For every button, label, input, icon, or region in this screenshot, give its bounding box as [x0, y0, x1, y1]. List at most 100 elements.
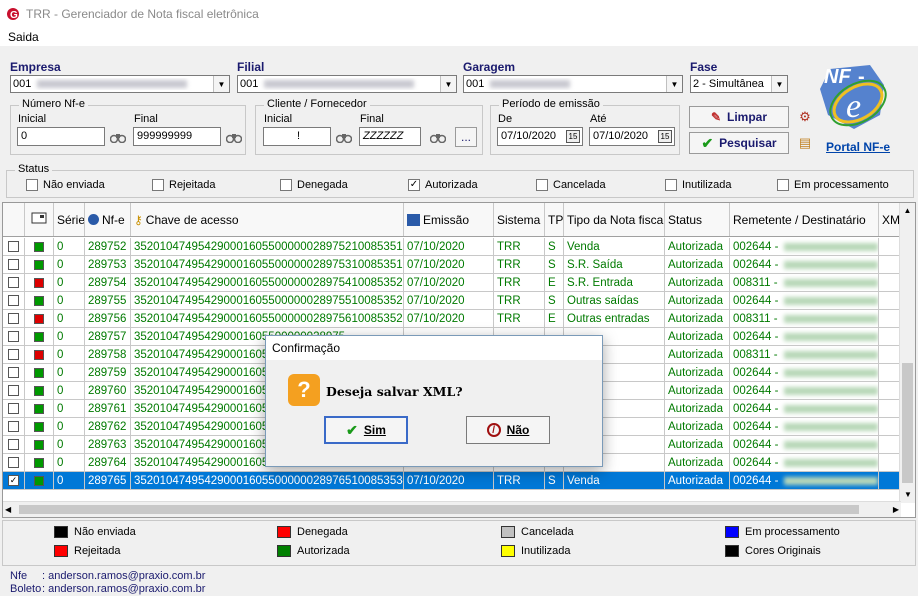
row-checkbox[interactable] — [8, 313, 19, 324]
header-xml[interactable]: XML — [879, 203, 901, 236]
row-checkbox[interactable] — [8, 385, 19, 396]
scroll-right-icon[interactable]: ▶ — [893, 502, 899, 517]
calendar-icon[interactable]: 15 — [566, 130, 580, 143]
cliente-inicial-input[interactable]: ! — [263, 127, 331, 146]
scroll-up-icon[interactable]: ▲ — [900, 203, 915, 219]
header-tp[interactable]: TP — [545, 203, 564, 236]
cell — [879, 364, 901, 381]
checkbox[interactable] — [152, 179, 164, 191]
cell — [879, 454, 901, 471]
row-checkbox[interactable] — [8, 349, 19, 360]
numero-final-input[interactable]: 999999999 — [133, 127, 221, 146]
row-checkbox[interactable] — [8, 295, 19, 306]
chevron-down-icon[interactable]: ▼ — [440, 76, 456, 92]
scroll-down-icon[interactable]: ▼ — [900, 487, 915, 503]
table-row[interactable]: 0 289755 352010474954290001605500000028975… — [3, 292, 901, 310]
scroll-thumb[interactable] — [902, 363, 913, 483]
checkbox[interactable] — [26, 179, 38, 191]
header-status[interactable]: Status — [665, 203, 730, 236]
cell: TRR — [494, 256, 545, 273]
garagem-combo[interactable]: 001 ▼ — [463, 75, 683, 93]
svg-text:NF: NF — [824, 66, 851, 88]
status-cancelada[interactable]: Cancelada — [536, 179, 606, 191]
nao-button[interactable]: / Não — [466, 416, 550, 444]
row-checkbox[interactable] — [8, 259, 19, 270]
portal-nfe-link[interactable]: Portal NF-e — [826, 140, 890, 154]
status-inutilizada[interactable]: Inutilizada — [665, 179, 732, 191]
cell-tp: S — [548, 474, 556, 487]
header-tipo[interactable]: Tipo da Nota fiscal — [564, 203, 665, 236]
cell-tipo: Outras entradas — [567, 312, 650, 325]
fase-combo[interactable]: 2 - Simultânea ▼ — [690, 75, 788, 93]
status-rejeitada[interactable]: Rejeitada — [152, 179, 215, 191]
table-row[interactable]: 0 289754 352010474954290001605500000028975… — [3, 274, 901, 292]
cell-rem: 002644 - — [733, 258, 779, 271]
calendar-icon[interactable]: 15 — [658, 130, 672, 143]
header-chave[interactable]: ⚷ Chave de acesso — [131, 203, 404, 236]
table-row[interactable]: 0 289753 352010474954290001605500000028975… — [3, 256, 901, 274]
empresa-combo[interactable]: 001 ▼ — [10, 75, 230, 93]
row-checkbox[interactable]: ✓ — [8, 475, 19, 486]
scroll-thumb[interactable] — [19, 505, 859, 514]
checkbox[interactable] — [536, 179, 548, 191]
more-button[interactable]: ... — [455, 127, 477, 147]
cell — [879, 472, 901, 489]
chevron-down-icon[interactable]: ▼ — [771, 76, 787, 92]
status-nao-enviada[interactable]: Não enviada — [26, 179, 105, 191]
row-checkbox[interactable] — [8, 277, 19, 288]
checkbox[interactable]: ✓ — [408, 179, 420, 191]
confirm-dialog[interactable]: Confirmação ? Deseja salvar XML? ✔ Sim /… — [265, 335, 603, 467]
status-autorizada[interactable]: ✓ Autorizada — [408, 179, 478, 191]
chevron-down-icon[interactable]: ▼ — [213, 76, 229, 92]
sim-button[interactable]: ✔ Sim — [324, 416, 408, 444]
binoculars-icon[interactable] — [428, 127, 448, 146]
row-checkbox[interactable] — [8, 331, 19, 342]
app-logo-icon: G — [6, 7, 20, 21]
row-checkbox[interactable] — [8, 439, 19, 450]
cell: 3520104749542900016055000000289752100853… — [131, 238, 404, 255]
header-remetente[interactable]: Remetente / Destinatário — [730, 203, 879, 236]
header-nfe[interactable]: Nf-e — [85, 203, 131, 236]
binoculars-icon[interactable] — [108, 127, 128, 146]
binoculars-icon[interactable] — [334, 127, 354, 146]
checkbox[interactable] — [665, 179, 677, 191]
cell-serie: 0 — [57, 438, 64, 451]
menu-saida[interactable]: Saida — [8, 30, 39, 44]
chevron-down-icon[interactable]: ▼ — [666, 76, 682, 92]
numero-inicial-input[interactable]: 0 — [17, 127, 105, 146]
filial-label: Filial — [237, 60, 265, 74]
limpar-button[interactable]: ✎ Limpar — [689, 106, 789, 128]
status-color-icon — [34, 403, 44, 414]
cell: 008311 - — [730, 346, 879, 363]
pesquisar-button[interactable]: ✔ Pesquisar — [689, 132, 789, 154]
row-checkbox[interactable] — [8, 367, 19, 378]
scroll-left-icon[interactable]: ◀ — [5, 502, 11, 517]
table-row[interactable]: 0 289752 352010474954290001605500000028975… — [3, 238, 901, 256]
header-emissao[interactable]: Emissão — [404, 203, 494, 236]
filial-combo[interactable]: 001 ▼ — [237, 75, 457, 93]
header-serie[interactable]: Série — [54, 203, 85, 236]
periodo-de-input[interactable]: 07/10/2020 15 — [497, 127, 583, 146]
horizontal-scrollbar[interactable]: ◀ ▶ — [3, 501, 901, 517]
cliente-final-input[interactable]: ZZZZZZ — [359, 127, 421, 146]
status-em-processamento[interactable]: Em processamento — [777, 179, 889, 191]
vertical-scrollbar[interactable]: ▲ ▼ — [899, 203, 915, 503]
status-denegada[interactable]: Denegada — [280, 179, 348, 191]
row-checkbox[interactable] — [8, 421, 19, 432]
table-row[interactable]: 0 289756 352010474954290001605500000028975… — [3, 310, 901, 328]
periodo-ate-input[interactable]: 07/10/2020 15 — [589, 127, 675, 146]
cell-rem: 002644 - — [733, 420, 779, 433]
binoculars-icon[interactable] — [224, 127, 244, 146]
documents-icon[interactable]: ▤ — [796, 134, 814, 152]
row-checkbox[interactable] — [8, 403, 19, 414]
header-sistema[interactable]: Sistema — [494, 203, 545, 236]
checkbox[interactable] — [777, 179, 789, 191]
tools-icon[interactable]: ⚙ — [796, 109, 814, 125]
checkbox[interactable] — [280, 179, 292, 191]
table-row[interactable]: ✓ 0 289765 35201047495429000160550000002897… — [3, 472, 901, 490]
row-checkbox[interactable] — [8, 241, 19, 252]
cell: 0 — [54, 418, 85, 435]
row-checkbox[interactable] — [8, 457, 19, 468]
status-color-icon — [34, 349, 44, 360]
cell: ✓ — [3, 472, 25, 489]
